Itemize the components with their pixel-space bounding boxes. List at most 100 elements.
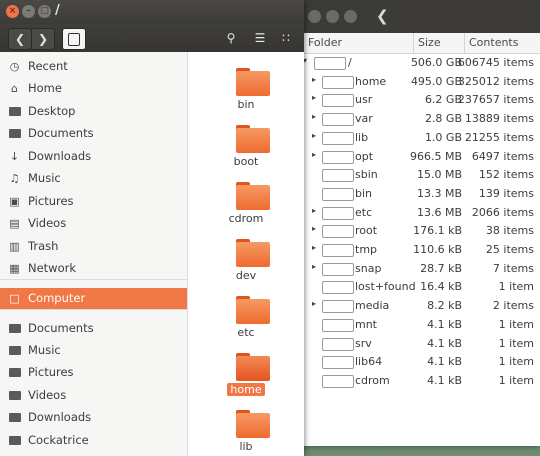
expander-arrow-icon[interactable]: ▸ [312, 112, 316, 121]
folder-item-dev[interactable]: dev [188, 231, 304, 287]
sidebar-item-videos[interactable]: ▤ Videos [0, 213, 187, 235]
list-view-icon[interactable]: ☰ [249, 28, 271, 48]
tree-row[interactable]: ▸ usr 6.2 GB 237657 items [300, 91, 540, 110]
tree-row[interactable]: mnt 4.1 kB 1 item [300, 316, 540, 335]
sidebar-item-cockatrice[interactable]: Cockatrice [0, 430, 187, 452]
home-icon: ⌂ [11, 82, 18, 95]
close-icon[interactable]: × [6, 5, 19, 18]
back-button[interactable]: ❮ [8, 28, 32, 50]
back-arrow-icon[interactable]: ❮ [376, 7, 389, 25]
sidebar-item-downloads[interactable]: Downloads [0, 407, 187, 429]
usage-bar [322, 75, 354, 89]
tree-row[interactable]: ▸ tmp 110.6 kB 25 items [300, 241, 540, 260]
tree-row[interactable]: bin 13.3 MB 139 items [300, 185, 540, 204]
file-manager-titlebar: × – □ / [0, 0, 304, 24]
expander-arrow-icon[interactable]: ▸ [312, 262, 316, 271]
tree-row[interactable]: srv 4.1 kB 1 item [300, 335, 540, 354]
sidebar-item-videos[interactable]: Videos [0, 385, 187, 407]
sidebar-item-home[interactable]: ⌂ Home [0, 78, 187, 100]
usage-bar [322, 300, 354, 314]
sidebar-item-label: Documents [28, 126, 94, 140]
folder-label: dev [188, 269, 304, 282]
usage-bar [322, 244, 354, 257]
sidebar-item-network[interactable]: ▦ Network [0, 258, 187, 280]
tree-row[interactable]: ▸ etc 13.6 MB 2066 items [300, 204, 540, 223]
folder-icon [8, 323, 21, 335]
expander-arrow-icon[interactable]: ▸ [312, 93, 316, 102]
folder-contents: 606745 items [457, 56, 534, 69]
tree-row[interactable]: ▸ var 2.8 GB 13889 items [300, 110, 540, 129]
folder-name: home [227, 383, 265, 396]
usage-bar [322, 318, 354, 332]
tree-row[interactable]: ▸ media 8.2 kB 2 items [300, 297, 540, 316]
folder-item-lib[interactable]: lib [188, 402, 304, 456]
column-size[interactable]: Size [418, 36, 441, 49]
sidebar-item-label: Videos [28, 216, 67, 230]
sidebar-item-pictures[interactable]: ▣ Pictures [0, 191, 187, 213]
sidebar-item-desktop[interactable]: Desktop [0, 101, 187, 123]
minimize-icon[interactable] [326, 10, 339, 23]
expander-arrow-icon[interactable]: ▸ [312, 150, 316, 159]
tree-row[interactable]: sbin 15.0 MB 152 items [300, 166, 540, 185]
expander-arrow-icon[interactable]: ▸ [312, 224, 316, 233]
folder-contents: 2 items [492, 299, 534, 313]
sidebar-item-trash[interactable]: ▥ Trash [0, 236, 187, 258]
close-icon[interactable] [308, 10, 321, 23]
folder-item-home[interactable]: home [188, 345, 304, 401]
sidebar-item-music[interactable]: ♫ Music [0, 168, 187, 190]
tree-row[interactable]: ▸ opt 966.5 MB 6497 items [300, 148, 540, 167]
folder-contents: 1 item [498, 336, 534, 350]
column-folder[interactable]: Folder [308, 36, 342, 49]
expander-arrow-icon[interactable]: ▸ [312, 131, 316, 140]
expander-arrow-icon[interactable]: ▸ [312, 206, 316, 215]
folder-label: etc [188, 326, 304, 339]
grid-view-icon[interactable]: ∷ [275, 28, 297, 48]
tree-row[interactable]: ▸ lib 1.0 GB 21255 items [300, 129, 540, 148]
tree-row[interactable]: lost+found 16.4 kB 1 item [300, 278, 540, 297]
sidebar-item-documents[interactable]: Documents [0, 123, 187, 145]
expander-arrow-icon[interactable]: ▸ [312, 243, 316, 252]
sidebar-item-label: Home [28, 81, 62, 95]
sidebar-item-pictures[interactable]: Pictures [0, 362, 187, 384]
folder-contents: 6497 items [471, 149, 534, 163]
folder-name: cdrom [228, 212, 264, 225]
maximize-icon[interactable] [344, 10, 357, 23]
tree-row[interactable]: cdrom 4.1 kB 1 item [300, 372, 540, 391]
folder-item-etc[interactable]: etc [188, 288, 304, 344]
folder-item-boot[interactable]: boot [188, 117, 304, 173]
search-icon[interactable]: ⚲ [220, 28, 242, 48]
folder-icon [8, 367, 21, 379]
folder-contents: 2066 items [471, 205, 534, 219]
tree-row[interactable]: ▸ root 176.1 kB 38 items [300, 222, 540, 241]
path-root-button[interactable] [62, 28, 86, 50]
folder-icon [8, 128, 21, 140]
tree-row[interactable]: ▾/506.0 GB 606745 items [300, 54, 540, 73]
expander-arrow-icon[interactable]: ▸ [312, 299, 316, 308]
column-contents[interactable]: Contents [469, 36, 518, 49]
tree-row[interactable]: ▸ home 495.0 GB 325012 items [300, 73, 540, 92]
sidebar-item-music[interactable]: Music [0, 340, 187, 362]
sidebar-item-computer[interactable]: □ Computer [0, 288, 187, 310]
sidebar-item-recent[interactable]: ◷ Recent [0, 56, 187, 78]
folder-item-bin[interactable]: bin [188, 60, 304, 116]
folder-item-cdrom[interactable]: cdrom [188, 174, 304, 230]
folder-contents: 21255 items [464, 130, 534, 144]
sidebar-divider [0, 279, 187, 280]
maximize-icon[interactable]: □ [38, 5, 51, 18]
folder-size: 13.6 MB [416, 205, 462, 219]
usage-bar [322, 113, 354, 127]
disk-usage-titlebar: ❮ [300, 0, 540, 33]
sidebar-item-label: Downloads [28, 410, 92, 424]
sidebar-item-label: Desktop [28, 104, 76, 118]
sidebar-item-downloads[interactable]: ↓ Downloads [0, 146, 187, 168]
expander-arrow-icon[interactable]: ▸ [312, 75, 316, 84]
sidebar-item-documents[interactable]: Documents [0, 318, 187, 340]
folder-name: dev [235, 269, 257, 282]
forward-button[interactable]: ❯ [31, 28, 55, 50]
folder-contents: 325012 items [457, 74, 534, 88]
sidebar-item-label: Computer [28, 291, 86, 305]
tree-row[interactable]: lib64 4.1 kB 1 item [300, 353, 540, 372]
tree-row[interactable]: ▸ snap 28.7 kB 7 items [300, 260, 540, 279]
minimize-icon[interactable]: – [22, 5, 35, 18]
sidebar-item-label: Videos [28, 388, 67, 402]
